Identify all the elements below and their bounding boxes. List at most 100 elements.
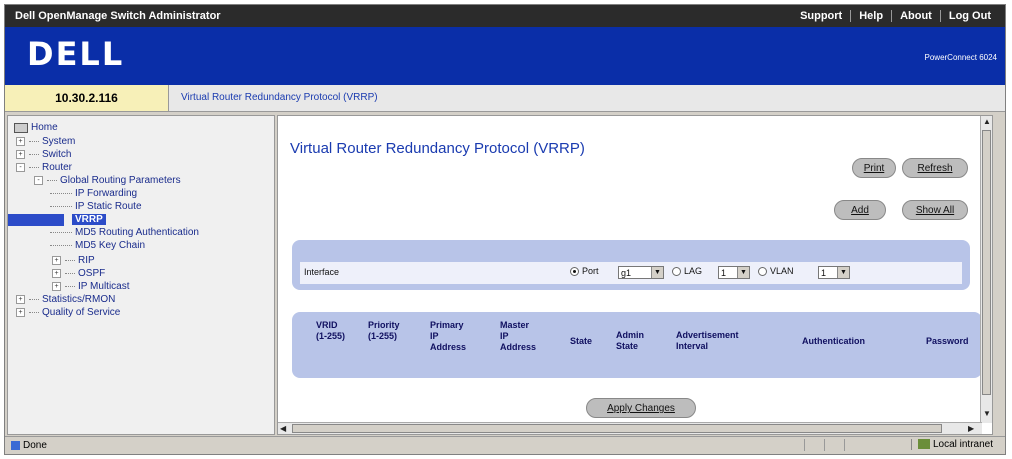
device-ip: 10.30.2.116 xyxy=(5,85,169,111)
col-master-ip: Master IP Address xyxy=(500,320,537,352)
status-divider xyxy=(844,439,845,451)
tree-item-vrrp[interactable]: VRRP xyxy=(72,214,106,225)
port-option[interactable]: Port xyxy=(570,266,599,277)
expand-icon[interactable]: + xyxy=(16,150,25,159)
help-link[interactable]: Help xyxy=(850,10,891,22)
tree-label: System xyxy=(42,136,76,147)
print-button[interactable]: Print xyxy=(852,158,896,178)
tree-item-home[interactable]: Home xyxy=(14,122,58,133)
tree-item-ip-static-route[interactable]: IP Static Route xyxy=(50,201,142,212)
tree-label: IP Multicast xyxy=(78,281,130,292)
tree-label: RIP xyxy=(78,255,95,266)
tree-item-ip-forwarding[interactable]: IP Forwarding xyxy=(50,188,137,199)
port-radio[interactable] xyxy=(570,267,579,277)
tree-item-switch[interactable]: + Switch xyxy=(16,149,71,160)
interface-label: Interface xyxy=(304,267,340,277)
collapse-icon[interactable]: - xyxy=(34,176,43,185)
security-zone: Local intranet xyxy=(910,439,993,450)
add-button[interactable]: Add xyxy=(834,200,886,220)
expand-icon[interactable]: + xyxy=(52,269,61,278)
tree-label: Router xyxy=(42,162,73,173)
scroll-right-icon[interactable]: ▶ xyxy=(968,424,974,433)
tree-label: Home xyxy=(31,122,58,133)
vrrp-table-header: VRID (1-255) Priority (1-255) Primary IP Add… xyxy=(292,312,982,378)
top-links: Support Help About Log Out xyxy=(792,10,999,22)
status-done: Done xyxy=(11,440,47,451)
expand-icon[interactable]: + xyxy=(52,256,61,265)
expand-icon[interactable]: + xyxy=(16,295,25,304)
collapse-icon[interactable]: - xyxy=(16,163,25,172)
lag-label: LAG xyxy=(684,266,703,276)
col-primary-ip: Primary IP Address xyxy=(430,320,467,352)
lag-option[interactable]: LAG xyxy=(672,266,703,277)
app-title: Dell OpenManage Switch Administrator xyxy=(15,10,221,22)
vlan-select[interactable]: 1 ▼ xyxy=(818,266,850,279)
dell-logo: DELL xyxy=(27,35,125,73)
interface-row: Interface Port g1 ▼ LAG 1 ▼ VLAN 1 ▼ xyxy=(300,262,962,284)
tree-label: Statistics/RMON xyxy=(42,294,116,305)
tree-item-global-routing[interactable]: - Global Routing Parameters xyxy=(34,175,181,186)
support-link[interactable]: Support xyxy=(792,10,850,22)
tree-item-md5-routing-auth[interactable]: MD5 Routing Authentication xyxy=(50,227,199,238)
vlan-label: VLAN xyxy=(770,266,794,276)
expand-icon[interactable]: + xyxy=(16,137,25,146)
content-pane: Virtual Router Redundancy Protocol (VRRP… xyxy=(277,115,993,435)
col-vrid: VRID (1-255) xyxy=(316,320,346,341)
tree-item-rip[interactable]: + RIP xyxy=(52,255,95,266)
status-divider xyxy=(824,439,825,451)
title-bar: Dell OpenManage Switch Administrator Sup… xyxy=(5,5,1005,27)
home-icon xyxy=(14,122,28,133)
lag-radio[interactable] xyxy=(672,267,681,277)
lag-select-value: 1 xyxy=(721,268,727,278)
vertical-scrollbar[interactable]: ▲ ▼ xyxy=(980,116,992,423)
address-bar: 10.30.2.116 Virtual Router Redundancy Pr… xyxy=(5,85,1005,112)
tree-label: MD5 Routing Authentication xyxy=(75,227,199,238)
lag-select[interactable]: 1 ▼ xyxy=(718,266,750,279)
scroll-thumb[interactable] xyxy=(982,130,991,395)
port-select-value: g1 xyxy=(621,268,632,278)
intranet-icon xyxy=(917,439,930,450)
tree-label: Global Routing Parameters xyxy=(60,175,181,186)
browser-window: Dell OpenManage Switch Administrator Sup… xyxy=(4,4,1006,455)
horizontal-scrollbar[interactable]: ◀ ▶ xyxy=(278,422,982,434)
port-label: Port xyxy=(582,266,599,276)
col-authentication: Authentication xyxy=(802,336,865,346)
scroll-thumb[interactable] xyxy=(292,424,942,433)
dropdown-arrow-icon: ▼ xyxy=(651,267,663,278)
breadcrumb[interactable]: Virtual Router Redundancy Protocol (VRRP… xyxy=(181,92,378,103)
col-password: Password xyxy=(926,336,969,346)
tree-item-router[interactable]: - Router xyxy=(16,162,72,173)
scroll-down-icon[interactable]: ▼ xyxy=(983,409,991,418)
tree-label: VRRP xyxy=(72,214,106,225)
apply-changes-button[interactable]: Apply Changes xyxy=(586,398,696,418)
status-done-text: Done xyxy=(23,440,47,451)
expand-icon[interactable]: + xyxy=(16,308,25,317)
log-out-link[interactable]: Log Out xyxy=(939,10,999,22)
dropdown-arrow-icon: ▼ xyxy=(737,267,749,278)
tree-item-qos[interactable]: + Quality of Service xyxy=(16,307,120,318)
show-all-button[interactable]: Show All xyxy=(902,200,968,220)
tree-item-ip-multicast[interactable]: + IP Multicast xyxy=(52,281,130,292)
vlan-radio[interactable] xyxy=(758,267,767,277)
page-icon xyxy=(11,440,20,450)
port-select[interactable]: g1 ▼ xyxy=(618,266,664,279)
tree-label: Switch xyxy=(42,149,72,160)
scroll-up-icon[interactable]: ▲ xyxy=(983,117,991,126)
expand-icon[interactable]: + xyxy=(52,282,61,291)
tree-item-statistics[interactable]: + Statistics/RMON xyxy=(16,294,115,305)
dell-banner: DELL PowerConnect 6024 xyxy=(5,27,1005,85)
tree-label: IP Forwarding xyxy=(75,188,138,199)
tree-item-ospf[interactable]: + OSPF xyxy=(52,268,105,279)
tree-label: IP Static Route xyxy=(75,201,142,212)
about-link[interactable]: About xyxy=(891,10,940,22)
interface-panel: Interface Port g1 ▼ LAG 1 ▼ VLAN 1 ▼ xyxy=(292,240,970,290)
tree-label: Quality of Service xyxy=(42,307,121,318)
scroll-left-icon[interactable]: ◀ xyxy=(280,424,286,433)
status-divider xyxy=(804,439,805,451)
tree-item-md5-key-chain[interactable]: MD5 Key Chain xyxy=(50,240,145,251)
tree-label: OSPF xyxy=(78,268,106,279)
col-advertisement-interval: Advertisement Interval xyxy=(676,330,739,351)
vlan-option[interactable]: VLAN xyxy=(758,266,794,277)
tree-item-system[interactable]: + System xyxy=(16,136,75,147)
refresh-button[interactable]: Refresh xyxy=(902,158,968,178)
